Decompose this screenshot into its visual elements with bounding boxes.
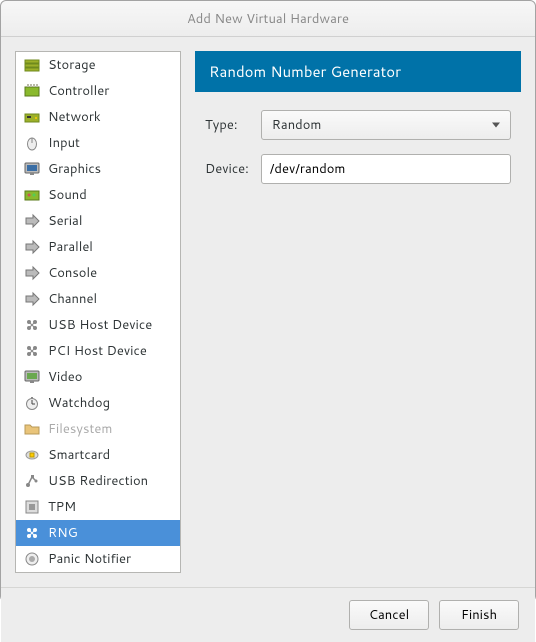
sidebar-item-usb-redirection[interactable]: USB Redirection: [16, 468, 180, 494]
port-icon: [24, 213, 40, 229]
sidebar-item-video[interactable]: Video: [16, 364, 180, 390]
sidebar-item-console[interactable]: Console: [16, 260, 180, 286]
sidebar-item-label: Storage: [48, 56, 96, 74]
sidebar-item-network[interactable]: Network: [16, 104, 180, 130]
form-area: Type: Random Device:: [195, 92, 521, 202]
type-label: Type:: [205, 116, 249, 134]
storage-icon: [24, 57, 40, 73]
sidebar-item-label: Graphics: [48, 160, 101, 178]
input-icon: [24, 135, 40, 151]
window-title: Add New Virtual Hardware: [187, 10, 349, 28]
sidebar-item-sound[interactable]: Sound: [16, 182, 180, 208]
device-label: Device:: [205, 160, 249, 178]
finish-button[interactable]: Finish: [439, 600, 519, 630]
sidebar-item-label: USB Host Device: [48, 316, 152, 334]
sidebar-item-label: RNG: [48, 524, 78, 542]
sidebar-item-usb-host-device[interactable]: USB Host Device: [16, 312, 180, 338]
sidebar-item-input[interactable]: Input: [16, 130, 180, 156]
sidebar-item-pci-host-device[interactable]: PCI Host Device: [16, 338, 180, 364]
hardware-type-sidebar: Storage Controller Network Input Graphics Sou…: [15, 51, 181, 573]
sound-icon: [24, 187, 40, 203]
sidebar-item-label: Filesystem: [48, 420, 112, 438]
sidebar-item-label: Network: [48, 108, 101, 126]
usbredir-icon: [24, 473, 40, 489]
sidebar-item-parallel[interactable]: Parallel: [16, 234, 180, 260]
tpm-icon: [24, 499, 40, 515]
port-icon: [24, 239, 40, 255]
sidebar-item-label: Smartcard: [48, 446, 110, 464]
sidebar-item-storage[interactable]: Storage: [16, 52, 180, 78]
hostdev-icon: [24, 525, 40, 541]
panel-header: Random Number Generator: [195, 51, 521, 92]
dialog-window: Add New Virtual Hardware Storage Controll…: [0, 0, 536, 602]
sidebar-item-label: Input: [48, 134, 80, 152]
port-icon: [24, 265, 40, 281]
dialog-footer: Cancel Finish: [1, 587, 535, 642]
panel-title: Random Number Generator: [209, 61, 401, 82]
cancel-button[interactable]: Cancel: [349, 600, 429, 630]
controller-icon: [24, 83, 40, 99]
folder-icon: [24, 421, 40, 437]
sidebar-item-label: Channel: [48, 290, 97, 308]
port-icon: [24, 291, 40, 307]
hostdev-icon: [24, 317, 40, 333]
sidebar-item-label: TPM: [48, 498, 76, 516]
sidebar-item-label: Parallel: [48, 238, 93, 256]
sidebar-item-label: Video: [48, 368, 82, 386]
type-combo[interactable]: Random: [261, 110, 511, 140]
sidebar-item-label: Watchdog: [48, 394, 110, 412]
window-titlebar: Add New Virtual Hardware: [1, 1, 535, 37]
sidebar-item-tpm[interactable]: TPM: [16, 494, 180, 520]
sidebar-item-smartcard[interactable]: Smartcard: [16, 442, 180, 468]
sidebar-item-rng[interactable]: RNG: [16, 520, 180, 546]
panic-icon: [24, 551, 40, 567]
sidebar-item-label: USB Redirection: [48, 472, 148, 490]
sidebar-item-panic-notifier[interactable]: Panic Notifier: [16, 546, 180, 572]
sidebar-item-channel[interactable]: Channel: [16, 286, 180, 312]
content-area: Storage Controller Network Input Graphics Sou…: [1, 37, 535, 587]
sidebar-item-graphics[interactable]: Graphics: [16, 156, 180, 182]
type-combo-value: Random: [272, 116, 322, 134]
video-icon: [24, 369, 40, 385]
network-icon: [24, 109, 40, 125]
sidebar-item-label: Controller: [48, 82, 109, 100]
hostdev-icon: [24, 343, 40, 359]
sidebar-item-watchdog[interactable]: Watchdog: [16, 390, 180, 416]
smartcard-icon: [24, 447, 40, 463]
watchdog-icon: [24, 395, 40, 411]
graphics-icon: [24, 161, 40, 177]
sidebar-item-label: Panic Notifier: [48, 550, 131, 568]
sidebar-item-filesystem: Filesystem: [16, 416, 180, 442]
sidebar-item-controller[interactable]: Controller: [16, 78, 180, 104]
sidebar-item-label: Sound: [48, 186, 87, 204]
main-panel: Random Number Generator Type: Random Dev…: [195, 51, 521, 573]
device-input[interactable]: [261, 154, 511, 184]
sidebar-item-label: Console: [48, 264, 97, 282]
sidebar-item-label: Serial: [48, 212, 82, 230]
sidebar-item-serial[interactable]: Serial: [16, 208, 180, 234]
sidebar-item-label: PCI Host Device: [48, 342, 147, 360]
